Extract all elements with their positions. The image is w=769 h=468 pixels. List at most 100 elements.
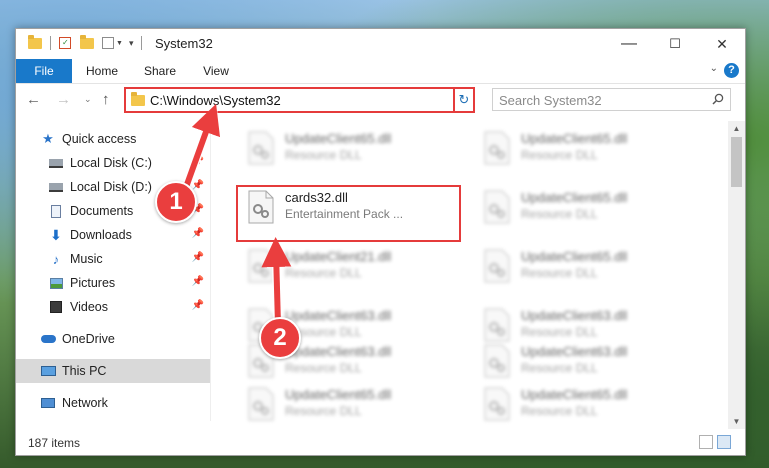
cloud-icon <box>40 332 56 346</box>
sidebar-item-label: OneDrive <box>62 332 115 346</box>
navigation-bar: ← → ⌄ ↑ C:\Windows\System32 ⌄ ↻ Search S… <box>16 84 745 118</box>
scroll-up-icon[interactable]: ▲ <box>728 124 745 133</box>
expand-ribbon-icon[interactable]: ⌄ <box>710 63 718 74</box>
step-marker-1: 1 <box>155 181 197 223</box>
dll-file-icon <box>248 131 274 165</box>
sidebar-item-label: Music <box>70 252 103 266</box>
file-description: Resource DLL <box>285 148 362 162</box>
details-view-icon[interactable] <box>699 435 713 449</box>
maximize-button[interactable]: ☐ <box>652 29 698 59</box>
address-path[interactable]: C:\Windows\System32 <box>150 93 281 108</box>
customize-icon[interactable] <box>102 37 114 49</box>
dll-file-icon <box>484 387 510 421</box>
sidebar-item-this-pc[interactable]: This PC <box>16 359 210 383</box>
title-bar: ✓ ▼ ▾ System32 — ☐ ✕ <box>16 29 745 59</box>
forward-arrow-icon[interactable]: → <box>56 91 71 108</box>
file-description: Resource DLL <box>521 207 598 221</box>
network-icon <box>40 396 56 410</box>
file-item[interactable]: UpdateClient65.dll Resource DLL <box>473 383 703 427</box>
pin-icon[interactable]: 📌 <box>192 276 204 287</box>
refresh-button[interactable]: ↻ <box>453 87 475 113</box>
file-name: UpdateClient65.dll <box>521 190 628 205</box>
navigation-pane: ★ Quick access Local Disk (C:) 📌 Local D… <box>16 121 211 421</box>
sidebar-item-videos[interactable]: Videos 📌 <box>16 295 210 319</box>
dll-file-icon <box>484 249 510 283</box>
sidebar-item-label: Documents <box>70 204 134 218</box>
sidebar-item-local-disk-c[interactable]: Local Disk (C:) 📌 <box>16 151 210 175</box>
close-button[interactable]: ✕ <box>699 29 745 59</box>
dll-file-icon <box>248 249 274 283</box>
dll-file-icon <box>248 387 274 421</box>
file-name: UpdateClient65.dll <box>521 249 628 264</box>
file-description: Resource DLL <box>521 148 598 162</box>
drive-icon <box>48 156 64 170</box>
status-bar: 187 items <box>16 431 745 455</box>
file-name: UpdateClient63.dll <box>521 308 628 323</box>
address-folder-icon <box>131 92 145 106</box>
up-arrow-icon[interactable]: ↑ <box>102 91 110 108</box>
search-icon[interactable] <box>712 93 724 105</box>
toolbar-divider <box>50 36 51 50</box>
file-description: Resource DLL <box>285 361 362 375</box>
large-icons-view-icon[interactable] <box>717 435 731 449</box>
file-item[interactable]: UpdateClient21.dll Resource DLL <box>237 245 467 289</box>
dll-file-icon <box>484 308 510 342</box>
tab-share[interactable]: Share <box>138 59 182 83</box>
star-icon: ★ <box>42 131 54 146</box>
file-description: Resource DLL <box>521 404 598 418</box>
folder-icon <box>28 34 42 49</box>
tab-file[interactable]: File <box>16 59 72 83</box>
file-description: Resource DLL <box>285 266 362 280</box>
scroll-thumb[interactable] <box>731 137 742 187</box>
file-list: UpdateClient65.dll Resource DLL cards32.… <box>221 121 726 429</box>
address-bar[interactable]: C:\Windows\System32 ⌄ <box>124 87 473 113</box>
sidebar-item-pictures[interactable]: Pictures 📌 <box>16 271 210 295</box>
sidebar-item-label: Local Disk (D:) <box>70 180 152 194</box>
file-name: UpdateClient21.dll <box>285 249 392 264</box>
file-item[interactable]: UpdateClient63.dll Resource DLL <box>473 340 703 384</box>
sidebar-item-downloads[interactable]: ⬇ Downloads 📌 <box>16 223 210 247</box>
file-description: Resource DLL <box>521 325 598 339</box>
help-icon[interactable]: ? <box>724 63 739 78</box>
sidebar-item-label: This PC <box>62 364 107 378</box>
qa-menu-icon[interactable]: ▾ <box>129 38 134 49</box>
tab-home[interactable]: Home <box>80 59 124 83</box>
properties-icon[interactable]: ✓ <box>59 37 71 49</box>
sidebar-item-quick-access[interactable]: ★ Quick access <box>16 127 210 151</box>
window-title: System32 <box>155 36 213 51</box>
sidebar-item-network[interactable]: Network <box>16 391 210 415</box>
step-marker-2: 2 <box>259 317 301 359</box>
file-item[interactable]: UpdateClient65.dll Resource DLL <box>237 383 467 427</box>
tab-view[interactable]: View <box>196 59 236 83</box>
sidebar-item-label: Quick access <box>62 132 137 146</box>
music-icon: ♪ <box>52 251 60 267</box>
pin-icon[interactable]: 📌 <box>192 252 204 263</box>
recent-locations-icon[interactable]: ⌄ <box>84 94 92 105</box>
minimize-button[interactable]: — <box>606 29 652 59</box>
file-description: Resource DLL <box>521 361 598 375</box>
file-item[interactable]: UpdateClient65.dll Resource DLL <box>237 127 467 171</box>
vertical-scrollbar[interactable]: ▲ ▼ <box>728 121 745 429</box>
pin-icon[interactable]: 📌 <box>192 156 204 167</box>
file-item[interactable]: UpdateClient65.dll Resource DLL <box>473 127 703 171</box>
sidebar-item-onedrive[interactable]: OneDrive <box>16 327 210 351</box>
sidebar-item-label: Videos <box>70 300 108 314</box>
sidebar-item-music[interactable]: ♪ Music 📌 <box>16 247 210 271</box>
download-icon: ⬇ <box>50 226 62 243</box>
file-item[interactable]: UpdateClient65.dll Resource DLL <box>473 186 703 230</box>
pin-icon[interactable]: 📌 <box>192 300 204 311</box>
file-name: UpdateClient65.dll <box>285 387 392 402</box>
file-name: UpdateClient65.dll <box>285 131 392 146</box>
sidebar-item-label: Pictures <box>70 276 116 290</box>
new-folder-icon[interactable] <box>80 34 94 49</box>
scroll-down-icon[interactable]: ▼ <box>728 417 745 426</box>
search-input[interactable]: Search System32 <box>492 88 731 111</box>
file-name: UpdateClient65.dll <box>521 131 628 146</box>
explorer-window: ✓ ▼ ▾ System32 — ☐ ✕ File Home Share Vie… <box>15 28 746 456</box>
back-arrow-icon[interactable]: ← <box>26 91 41 108</box>
file-name: UpdateClient65.dll <box>521 387 628 402</box>
customize-dropdown-icon[interactable]: ▼ <box>116 40 123 47</box>
pin-icon[interactable]: 📌 <box>192 228 204 239</box>
file-item[interactable]: UpdateClient65.dll Resource DLL <box>473 245 703 289</box>
file-name: UpdateClient63.dll <box>285 308 392 323</box>
